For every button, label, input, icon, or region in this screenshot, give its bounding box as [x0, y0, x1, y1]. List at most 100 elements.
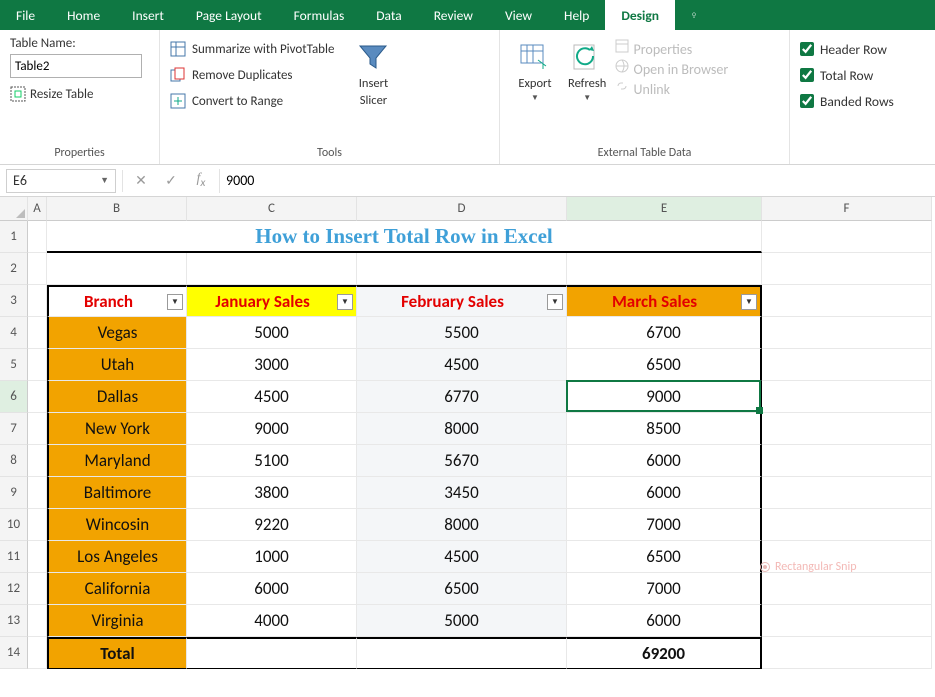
col-header-B[interactable]: B	[47, 197, 187, 221]
row-header-3[interactable]: 3	[0, 285, 28, 317]
cell-F1[interactable]	[762, 221, 932, 253]
convert-range-button[interactable]: Convert to Range	[170, 88, 334, 114]
cell-F7[interactable]	[762, 413, 932, 445]
row-header-9[interactable]: 9	[0, 477, 28, 509]
row-header-11[interactable]: 11	[0, 541, 28, 573]
cell-jan-2[interactable]: 4500	[187, 381, 357, 413]
cell-A8[interactable]	[28, 445, 47, 477]
cell-mar-7[interactable]: 6500	[567, 541, 762, 573]
tab-review[interactable]: Review	[418, 0, 489, 30]
row-header-12[interactable]: 12	[0, 573, 28, 605]
cell-F13[interactable]	[762, 605, 932, 637]
cell-feb-5[interactable]: 3450	[357, 477, 567, 509]
tab-file[interactable]: File	[0, 0, 51, 30]
cell-A11[interactable]	[28, 541, 47, 573]
cell-branch-5[interactable]: Baltimore	[47, 477, 187, 509]
total-feb-cell[interactable]	[357, 637, 567, 669]
cell-jan-8[interactable]: 6000	[187, 573, 357, 605]
row-header-14[interactable]: 14	[0, 637, 28, 669]
summarize-pivot-button[interactable]: Summarize with PivotTable	[170, 36, 334, 62]
tab-design[interactable]: Design	[605, 0, 675, 30]
cell-mar-0[interactable]: 6700	[567, 317, 762, 349]
cell-jan-4[interactable]: 5100	[187, 445, 357, 477]
col-header-D[interactable]: D	[357, 197, 567, 221]
row-header-4[interactable]: 4	[0, 317, 28, 349]
export-button[interactable]: Export ▼	[510, 36, 560, 107]
cell-A12[interactable]	[28, 573, 47, 605]
col-header-F[interactable]: F	[762, 197, 932, 221]
cell-F8[interactable]	[762, 445, 932, 477]
cell-mar-8[interactable]: 7000	[567, 573, 762, 605]
table-name-input[interactable]	[10, 54, 142, 78]
tab-insert[interactable]: Insert	[116, 0, 180, 30]
cell-mar-6[interactable]: 7000	[567, 509, 762, 541]
row-header-1[interactable]: 1	[0, 221, 28, 253]
cell-A9[interactable]	[28, 477, 47, 509]
tab-view[interactable]: View	[489, 0, 548, 30]
col-header-E[interactable]: E	[567, 197, 762, 221]
formula-input[interactable]	[219, 169, 929, 193]
tab-data[interactable]: Data	[360, 0, 417, 30]
cell-jan-0[interactable]: 5000	[187, 317, 357, 349]
tab-home[interactable]: Home	[51, 0, 116, 30]
header-row-checkbox[interactable]: Header Row	[800, 36, 925, 62]
table-header-2[interactable]: February Sales▼	[357, 285, 567, 317]
cell-branch-0[interactable]: Vegas	[47, 317, 187, 349]
row-header-2[interactable]: 2	[0, 253, 28, 285]
cell-feb-7[interactable]: 4500	[357, 541, 567, 573]
cell-jan-6[interactable]: 9220	[187, 509, 357, 541]
tell-me-icon[interactable]	[675, 0, 713, 30]
total-mar-cell[interactable]: 69200	[567, 637, 762, 669]
cell-feb-3[interactable]: 8000	[357, 413, 567, 445]
fx-button[interactable]: fx	[189, 171, 213, 190]
filter-dropdown-icon[interactable]: ▼	[167, 294, 183, 310]
cell-A2[interactable]	[28, 253, 47, 285]
col-header-C[interactable]: C	[187, 197, 357, 221]
cell-grid[interactable]: How to Insert Total Row in ExcelBranch▼J…	[28, 221, 932, 669]
resize-table-button[interactable]: Resize Table	[10, 86, 149, 102]
table-header-1[interactable]: January Sales▼	[187, 285, 357, 317]
cell-jan-7[interactable]: 1000	[187, 541, 357, 573]
cell-F9[interactable]	[762, 477, 932, 509]
cell-branch-1[interactable]: Utah	[47, 349, 187, 381]
row-header-13[interactable]: 13	[0, 605, 28, 637]
total-label-cell[interactable]: Total	[47, 637, 187, 669]
cell-A3[interactable]	[28, 285, 47, 317]
banded-rows-checkbox[interactable]: Banded Rows	[800, 88, 925, 114]
tab-page-layout[interactable]: Page Layout	[180, 0, 278, 30]
cell-mar-5[interactable]: 6000	[567, 477, 762, 509]
cell-jan-5[interactable]: 3800	[187, 477, 357, 509]
cell-mar-3[interactable]: 8500	[567, 413, 762, 445]
cell-F5[interactable]	[762, 349, 932, 381]
cell-mar-1[interactable]: 6500	[567, 349, 762, 381]
cell-feb-4[interactable]: 5670	[357, 445, 567, 477]
table-header-3[interactable]: March Sales▼	[567, 285, 762, 317]
cell-branch-4[interactable]: Maryland	[47, 445, 187, 477]
row-header-7[interactable]: 7	[0, 413, 28, 445]
cell-jan-3[interactable]: 9000	[187, 413, 357, 445]
filter-dropdown-icon[interactable]: ▼	[741, 294, 757, 310]
cell-branch-2[interactable]: Dallas	[47, 381, 187, 413]
cell-mar-4[interactable]: 6000	[567, 445, 762, 477]
total-jan-cell[interactable]	[187, 637, 357, 669]
row-header-6[interactable]: 6	[0, 381, 28, 413]
cancel-formula-button[interactable]: ✕	[129, 172, 153, 189]
row-header-5[interactable]: 5	[0, 349, 28, 381]
row-header-8[interactable]: 8	[0, 445, 28, 477]
cell-branch-8[interactable]: California	[47, 573, 187, 605]
remove-duplicates-button[interactable]: Remove Duplicates	[170, 62, 334, 88]
cell-empty-2-4[interactable]	[762, 253, 932, 285]
filter-dropdown-icon[interactable]: ▼	[337, 294, 353, 310]
cell-feb-6[interactable]: 8000	[357, 509, 567, 541]
cell-A14[interactable]	[28, 637, 47, 669]
cell-mar-2[interactable]: 9000	[567, 381, 762, 413]
cell-F14[interactable]	[762, 637, 932, 669]
chevron-down-icon[interactable]: ▼	[100, 175, 109, 186]
insert-slicer-button[interactable]: Insert Slicer	[348, 36, 398, 143]
cell-A4[interactable]	[28, 317, 47, 349]
cell-F12[interactable]	[762, 573, 932, 605]
row-header-10[interactable]: 10	[0, 509, 28, 541]
cell-A13[interactable]	[28, 605, 47, 637]
cell-empty-2-0[interactable]	[47, 253, 187, 285]
select-all-corner[interactable]	[0, 197, 28, 221]
